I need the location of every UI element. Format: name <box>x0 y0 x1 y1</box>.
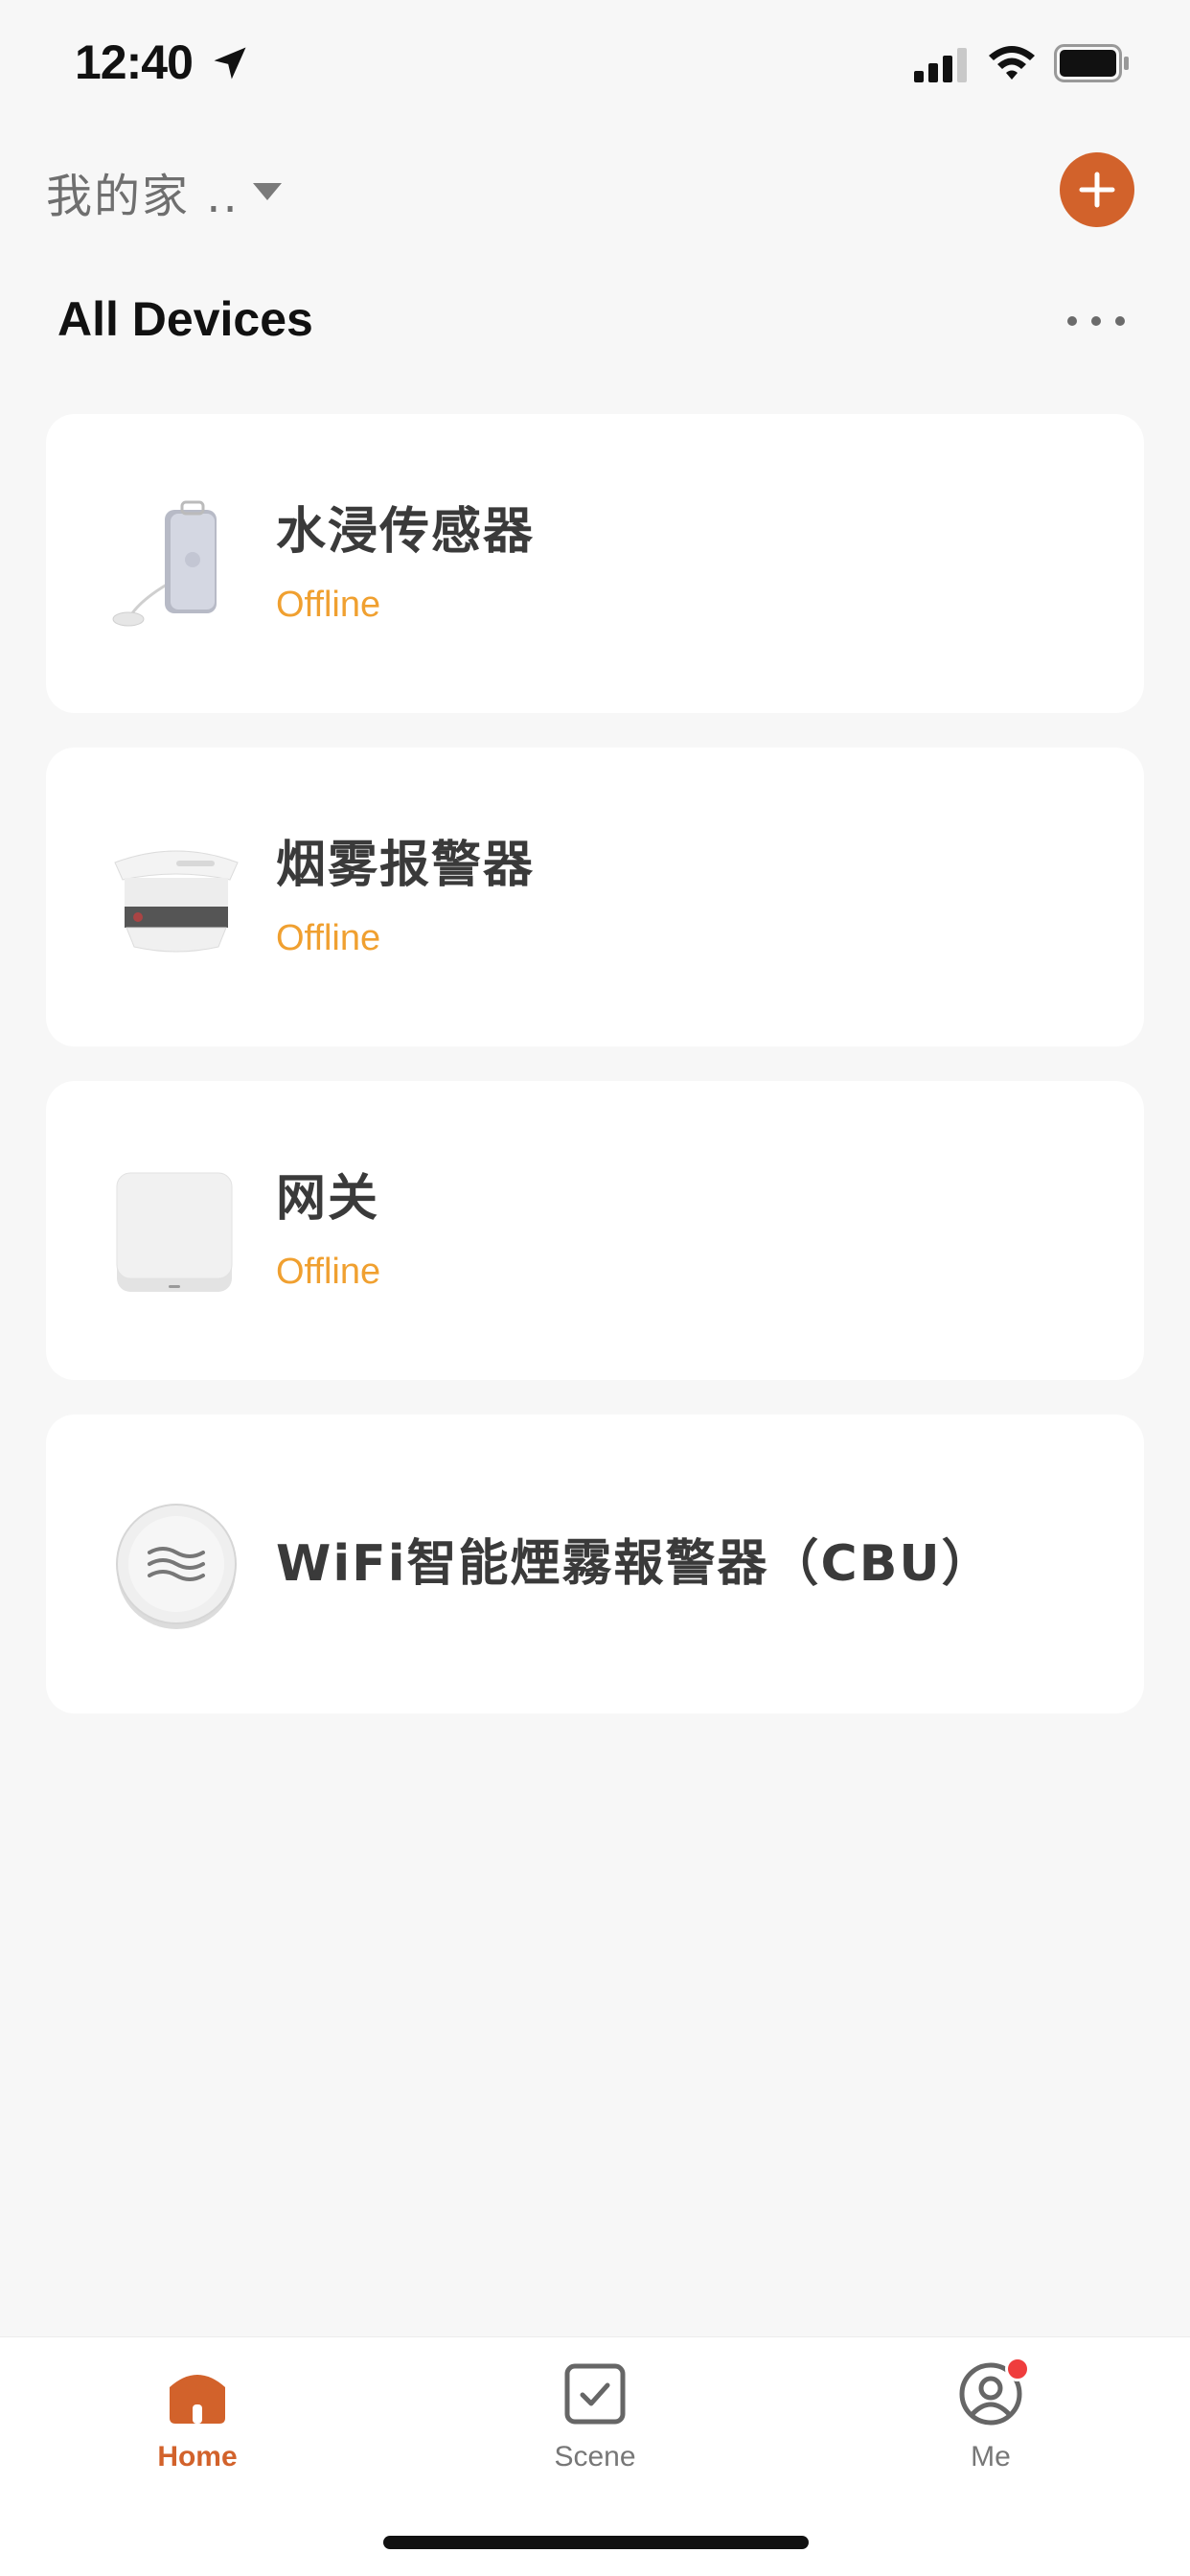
location-arrow-icon <box>214 47 246 80</box>
more-dot-icon <box>1115 316 1125 326</box>
cellular-signal-icon <box>914 48 967 82</box>
battery-icon <box>1054 44 1129 82</box>
tab-label: Me <box>971 2441 1011 2472</box>
device-name: WiFi智能煙霧報警器（CBU） <box>276 1534 994 1593</box>
status-bar: 12:40 <box>0 0 1190 129</box>
plus-icon <box>1079 172 1115 208</box>
home-name: 我的家 .. <box>46 170 240 223</box>
device-name: 烟雾报警器 <box>276 837 536 894</box>
home-indicator <box>383 2536 809 2549</box>
device-info: 网关 Offline <box>276 1081 380 1380</box>
device-card[interactable]: 水浸传感器 Offline <box>46 414 1144 713</box>
device-info: 烟雾报警器 Offline <box>276 748 535 1046</box>
home-screen: 12:40 我的家 .. All Devices 水浸传感器 Offline 烟… <box>0 0 1190 2576</box>
profile-icon <box>957 2357 1030 2427</box>
device-card[interactable]: 烟雾报警器 Offline <box>46 748 1144 1046</box>
device-card[interactable]: WiFi智能煙霧報警器（CBU） <box>46 1414 1144 1714</box>
notification-badge <box>1005 2357 1030 2381</box>
tab-me[interactable]: Me <box>895 2357 1087 2473</box>
tab-label: Scene <box>554 2441 636 2472</box>
status-time: 12:40 <box>75 35 194 89</box>
wifi-icon <box>989 46 1035 80</box>
tab-scene[interactable]: Scene <box>499 2360 691 2473</box>
device-info: 水浸传感器 Offline <box>276 414 535 713</box>
device-name: 水浸传感器 <box>276 503 536 561</box>
caret-down-icon <box>252 183 282 200</box>
more-dot-icon <box>1091 316 1101 326</box>
tab-label: Home <box>157 2441 238 2472</box>
device-name: 网关 <box>276 1170 380 1228</box>
gateway-icon <box>116 1172 233 1292</box>
device-status: Offline <box>276 918 381 958</box>
more-options-button[interactable] <box>1067 307 1125 335</box>
device-info: WiFi智能煙霧報警器（CBU） <box>276 1414 994 1714</box>
more-dot-icon <box>1067 316 1077 326</box>
tab-home[interactable]: Home <box>102 2360 293 2473</box>
home-selector[interactable]: 我的家 .. <box>46 158 282 225</box>
home-icon <box>164 2360 231 2427</box>
smoke-detector-icon <box>114 850 239 953</box>
device-status: Offline <box>276 585 381 625</box>
add-device-button[interactable] <box>1060 152 1134 227</box>
device-status: Offline <box>276 1252 381 1292</box>
scene-checkbox-icon <box>561 2360 629 2427</box>
section-title: All Devices <box>57 292 313 346</box>
wifi-smoke-alarm-icon <box>116 1504 237 1629</box>
water-leak-sensor-icon <box>112 500 217 627</box>
device-card[interactable]: 网关 Offline <box>46 1081 1144 1380</box>
